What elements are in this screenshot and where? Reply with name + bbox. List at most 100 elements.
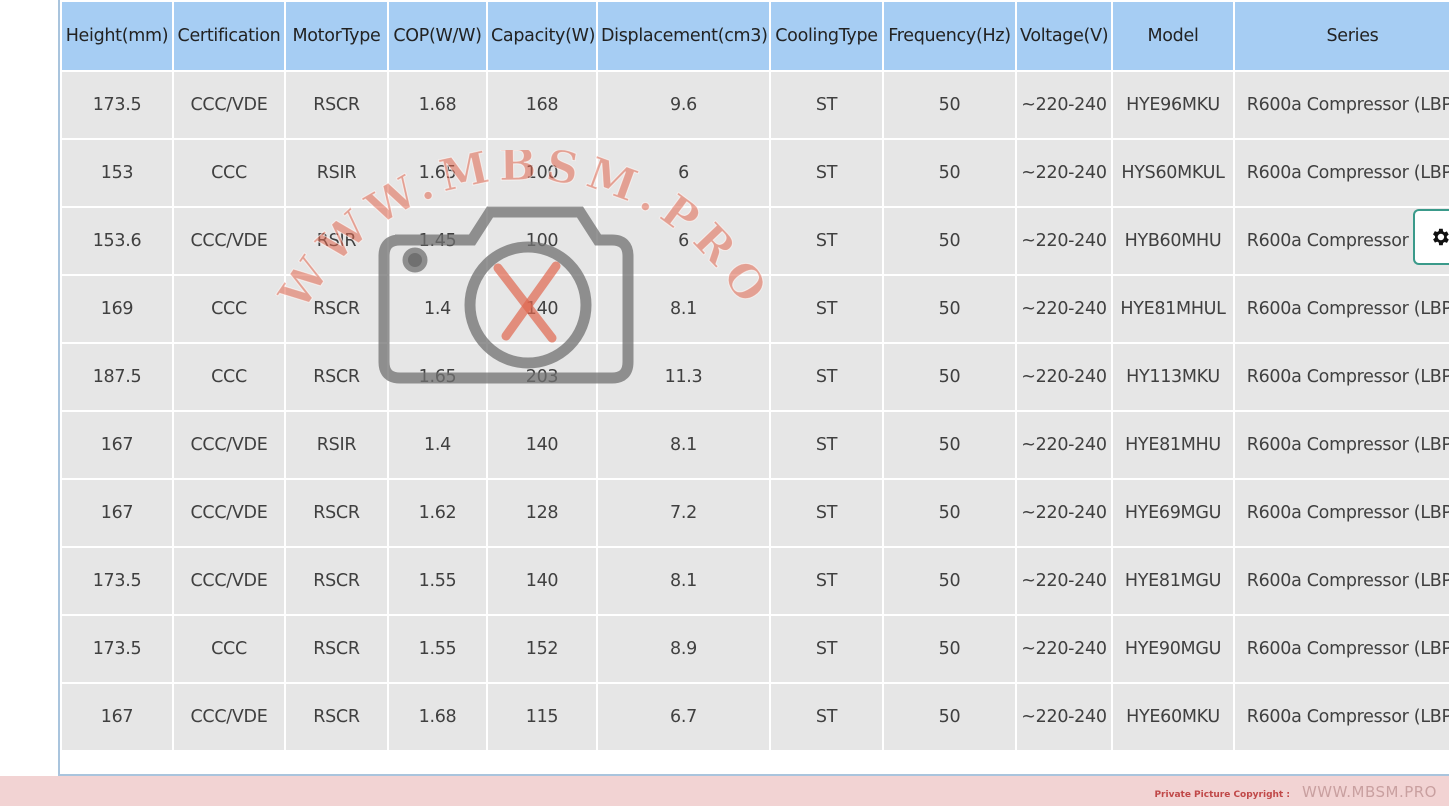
- cell-certification: CCC/VDE: [172, 546, 286, 616]
- cell-motor-type: RSIR: [284, 138, 389, 208]
- cell-motor-type: RSCR: [284, 546, 389, 616]
- cell-motor-type: RSCR: [284, 70, 389, 140]
- cell-displacement: 6.7: [596, 682, 771, 752]
- cell-cop: 1.65: [387, 138, 488, 208]
- cell-cop: 1.68: [387, 70, 488, 140]
- footer-copyright: Private Picture Copyright : WWW.MBSM.PRO: [1154, 783, 1437, 801]
- cell-series: R600a Compressor (LBP): [1233, 546, 1449, 616]
- cell-height: 173.5: [60, 70, 174, 140]
- cell-displacement: 9.6: [596, 70, 771, 140]
- column-header-cop[interactable]: COP(W/W): [387, 0, 488, 72]
- compressor-spec-table: Height(mm) Certification MotorType COP(W…: [60, 0, 1449, 752]
- cell-cooling-type: ST: [769, 138, 884, 208]
- cell-series: R600a Compressor (LBP): [1233, 614, 1449, 684]
- cell-certification: CCC/VDE: [172, 70, 286, 140]
- cell-model: HYE69MGU: [1111, 478, 1235, 548]
- cell-certification: CCC/VDE: [172, 410, 286, 480]
- compressor-spec-table-container: Height(mm) Certification MotorType COP(W…: [58, 0, 1449, 776]
- cell-model: HYE96MKU: [1111, 70, 1235, 140]
- cell-series: R600a Compressor (LBP): [1233, 682, 1449, 752]
- table-row: 167 CCC/VDE RSCR 1.68 115 6.7 ST 50 ~220-240 HYE6…: [60, 682, 1449, 752]
- cell-capacity: 100: [486, 138, 598, 208]
- cell-height: 173.5: [60, 546, 174, 616]
- cell-capacity: 203: [486, 342, 598, 412]
- cell-motor-type: RSIR: [284, 410, 389, 480]
- cell-motor-type: RSCR: [284, 614, 389, 684]
- table-row: 173.5 CCC/VDE RSCR 1.55 140 8.1 ST 50 ~220-240 HY…: [60, 546, 1449, 616]
- cell-voltage: ~220-240: [1015, 614, 1113, 684]
- column-header-capacity[interactable]: Capacity(W): [486, 0, 598, 72]
- column-header-displacement[interactable]: Displacement(cm3): [596, 0, 771, 72]
- cell-voltage: ~220-240: [1015, 138, 1113, 208]
- cell-certification: CCC: [172, 274, 286, 344]
- cell-capacity: 100: [486, 206, 598, 276]
- settings-button[interactable]: [1413, 209, 1449, 265]
- cell-capacity: 140: [486, 546, 598, 616]
- cell-frequency: 50: [882, 206, 1017, 276]
- cell-frequency: 50: [882, 70, 1017, 140]
- cell-frequency: 50: [882, 410, 1017, 480]
- column-header-model[interactable]: Model: [1111, 0, 1235, 72]
- cell-model: HYE81MHUL: [1111, 274, 1235, 344]
- cell-height: 153: [60, 138, 174, 208]
- cell-voltage: ~220-240: [1015, 206, 1113, 276]
- cell-model: HY113MKU: [1111, 342, 1235, 412]
- cell-motor-type: RSCR: [284, 478, 389, 548]
- table-header-row: Height(mm) Certification MotorType COP(W…: [60, 0, 1449, 72]
- cell-motor-type: RSIR: [284, 206, 389, 276]
- cell-height: 169: [60, 274, 174, 344]
- cell-capacity: 140: [486, 410, 598, 480]
- cell-cooling-type: ST: [769, 274, 884, 344]
- cell-cooling-type: ST: [769, 342, 884, 412]
- cell-certification: CCC: [172, 138, 286, 208]
- cell-series: R600a Compressor (LBP): [1233, 410, 1449, 480]
- cell-frequency: 50: [882, 682, 1017, 752]
- cell-certification: CCC/VDE: [172, 478, 286, 548]
- cell-displacement: 8.1: [596, 410, 771, 480]
- cell-cop: 1.45: [387, 206, 488, 276]
- cell-cop: 1.65: [387, 342, 488, 412]
- cell-height: 167: [60, 682, 174, 752]
- cell-model: HYS60MKUL: [1111, 138, 1235, 208]
- column-header-certification[interactable]: Certification: [172, 0, 286, 72]
- column-header-height[interactable]: Height(mm): [60, 0, 174, 72]
- cell-height: 187.5: [60, 342, 174, 412]
- cell-cooling-type: ST: [769, 206, 884, 276]
- footer-bar: Private Picture Copyright : WWW.MBSM.PRO: [0, 776, 1449, 806]
- column-header-cooling-type[interactable]: CoolingType: [769, 0, 884, 72]
- cell-cooling-type: ST: [769, 546, 884, 616]
- gear-icon: [1433, 228, 1449, 246]
- cell-voltage: ~220-240: [1015, 274, 1113, 344]
- cell-displacement: 8.9: [596, 614, 771, 684]
- cell-certification: CCC/VDE: [172, 206, 286, 276]
- column-header-series[interactable]: Series: [1233, 0, 1449, 72]
- cell-cop: 1.68: [387, 682, 488, 752]
- cell-frequency: 50: [882, 342, 1017, 412]
- cell-frequency: 50: [882, 138, 1017, 208]
- copyright-label: Private Picture Copyright :: [1154, 790, 1290, 800]
- cell-cop: 1.62: [387, 478, 488, 548]
- cell-certification: CCC: [172, 614, 286, 684]
- cell-voltage: ~220-240: [1015, 682, 1113, 752]
- column-header-frequency[interactable]: Frequency(Hz): [882, 0, 1017, 72]
- cell-cooling-type: ST: [769, 682, 884, 752]
- column-header-voltage[interactable]: Voltage(V): [1015, 0, 1113, 72]
- cell-model: HYB60MHU: [1111, 206, 1235, 276]
- cell-displacement: 6: [596, 138, 771, 208]
- table-body: 173.5 CCC/VDE RSCR 1.68 168 9.6 ST 50 ~220-240 HY…: [60, 70, 1449, 752]
- cell-frequency: 50: [882, 546, 1017, 616]
- cell-motor-type: RSCR: [284, 342, 389, 412]
- cell-cop: 1.55: [387, 546, 488, 616]
- cell-voltage: ~220-240: [1015, 342, 1113, 412]
- cell-model: HYE81MGU: [1111, 546, 1235, 616]
- cell-series: R600a Compressor (LBP): [1233, 478, 1449, 548]
- cell-voltage: ~220-240: [1015, 478, 1113, 548]
- cell-cooling-type: ST: [769, 614, 884, 684]
- cell-voltage: ~220-240: [1015, 410, 1113, 480]
- cell-height: 173.5: [60, 614, 174, 684]
- cell-voltage: ~220-240: [1015, 546, 1113, 616]
- table-row: 167 CCC/VDE RSCR 1.62 128 7.2 ST 50 ~220-240 HYE6…: [60, 478, 1449, 548]
- cell-series: R600a Compressor (LBP): [1233, 70, 1449, 140]
- column-header-motor-type[interactable]: MotorType: [284, 0, 389, 72]
- cell-cop: 1.55: [387, 614, 488, 684]
